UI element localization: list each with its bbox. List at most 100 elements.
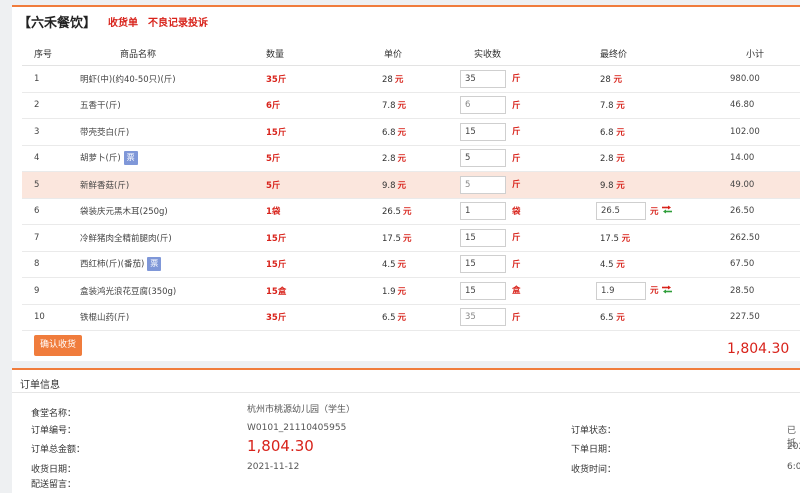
receive-time-value: 6:0 [787,462,800,472]
order-items-body: 1 明虾(中)(约40-50只)(斤) 35斤 28 元 35 斤 28 元 980.00 2 五香… [22,65,800,331]
table-row: 9 盒装鸿光浪花豆腐(350g) 15盒 1.9 元 15 盒 1.9 元 28.50 [22,277,800,305]
order-panel: 【六禾餐饮】 收货单 不良记录投诉 序号 商品名称 数量 单价 实收数 最终价 … [12,5,800,361]
subtotal: 14.00 [690,145,800,172]
received-unit: 斤 [512,259,521,270]
product-name: 新鲜香菇(斤) [80,180,130,191]
received-unit: 斤 [512,153,521,164]
row-no: 4 [22,145,80,172]
quantity-unit: 斤 [277,260,287,271]
col-name: 商品名称 [80,41,266,66]
unit-price: 9.8 [382,180,396,191]
product-name: 胡萝卜(斤) [80,153,121,164]
order-no-label: 订单编号： [31,426,77,436]
unit-price: 2.8 [382,154,396,165]
received-qty-input[interactable]: 15 [460,255,506,274]
invoice-badge[interactable]: 票 [123,151,138,166]
received-qty-input[interactable]: 5 [460,149,506,168]
received-qty-input[interactable]: 15 [460,228,506,247]
product-name: 铁棍山药(斤) [80,313,130,324]
subtotal: 980.00 [690,65,800,93]
subtotal: 262.50 [690,224,800,252]
unit-price: 4.5 [382,260,396,271]
product-name: 盒装鸿光浪花豆腐(350g) [80,286,177,297]
col-price: 单价 [354,41,450,66]
final-price: 9.8 [600,180,614,191]
quantity: 15 [266,260,278,271]
table-row: 5 新鲜香菇(斤) 5斤 9.8 元 5 斤 9.8 元 49.00 [22,171,800,199]
final-price: 17.5 [600,233,619,244]
amount-value: 1,804.30 [247,437,314,455]
unit-price-unit: 元 [397,101,407,112]
unit-price: 7.8 [382,101,396,112]
received-qty-input[interactable]: 1 [460,202,506,221]
received-qty-input[interactable]: 35 [460,308,506,327]
unit-price-unit: 元 [397,154,407,165]
received-qty-input[interactable]: 5 [460,175,506,194]
received-unit: 斤 [512,312,521,323]
quantity-unit: 斤 [277,313,287,324]
final-price-input[interactable]: 26.5 [596,202,646,221]
received-unit: 斤 [512,233,521,244]
received-qty-input[interactable]: 6 [460,96,506,115]
final-price: 2.8 [600,154,614,165]
complaint-link[interactable]: 不良记录投诉 [148,14,208,29]
table-row: 4 胡萝卜(斤) 票 5斤 2.8 元 5 斤 2.8 元 14.00 [22,145,800,172]
order-items-table: 序号 商品名称 数量 单价 实收数 最终价 小计 1 明虾(中)(约40-50只)… [22,41,800,331]
final-price-input[interactable]: 1.9 [596,281,646,300]
received-qty-input[interactable]: 35 [460,69,506,88]
unit-price: 6.5 [382,313,396,324]
table-row: 1 明虾(中)(约40-50只)(斤) 35斤 28 元 35 斤 28 元 980.00 [22,65,800,93]
received-qty-input[interactable]: 15 [460,281,506,300]
quantity-unit: 斤 [271,154,281,165]
quantity-unit: 斤 [277,233,287,244]
order-total: 1,804.30 [727,341,790,357]
table-row: 10 铁棍山药(斤) 35斤 6.5 元 35 斤 6.5 元 227.50 [22,304,800,331]
final-price: 4.5 [600,260,614,271]
table-row: 7 冷鲜猪肉全精前腿肉(斤) 15斤 17.5 元 15 斤 17.5 元 262.50 [22,224,800,252]
canteen-label: 食堂名称： [31,409,77,419]
unit-price-unit: 元 [402,233,412,244]
remark-label: 配送留言： [31,480,77,490]
receipt-link[interactable]: 收货单 [108,14,138,29]
final-price: 6.8 [600,127,614,138]
order-info-title: 订单信息 [20,380,60,391]
quantity-unit: 袋 [271,207,281,218]
quantity-unit: 盒 [277,286,287,297]
received-unit: 斤 [512,74,521,85]
quantity: 35 [266,74,278,85]
quantity-unit: 斤 [271,101,281,112]
received-qty-input[interactable]: 15 [460,122,506,141]
col-no: 序号 [22,41,80,66]
invoice-badge[interactable]: 票 [147,257,162,272]
received-unit: 斤 [512,180,521,191]
final-price-unit: 元 [650,286,659,297]
row-no: 10 [22,304,80,331]
shop-name: 【六禾餐饮】 [18,15,97,31]
row-no: 9 [22,277,80,305]
received-unit: 盒 [512,286,521,297]
unit-price-unit: 元 [402,207,412,218]
swap-price-icon[interactable] [661,285,673,297]
final-price: 6.5 [600,313,614,324]
unit-price: 1.9 [382,286,396,297]
confirm-receipt-button[interactable]: 确认收货 [34,335,83,356]
canteen-value: 杭州市桃源幼儿园（学生） [247,405,356,415]
final-price-unit: 元 [616,260,625,271]
col-final-price: 最终价 [570,41,690,66]
final-price-unit: 元 [616,313,625,324]
swap-price-icon[interactable] [661,205,673,217]
final-price: 7.8 [600,101,614,112]
row-no: 5 [22,171,80,199]
unit-price: 6.8 [382,127,396,138]
product-name: 冷鲜猪肉全精前腿肉(斤) [80,233,172,244]
subtotal: 67.50 [690,251,800,278]
final-price: 28 [600,74,611,85]
unit-price-unit: 元 [397,260,407,271]
subtotal: 26.50 [690,198,800,225]
subtotal: 102.00 [690,118,800,146]
subtotal: 28.50 [690,277,800,305]
final-price-unit: 元 [621,233,631,244]
final-price-unit: 元 [650,206,659,217]
row-no: 2 [22,92,80,119]
quantity: 35 [266,313,278,324]
